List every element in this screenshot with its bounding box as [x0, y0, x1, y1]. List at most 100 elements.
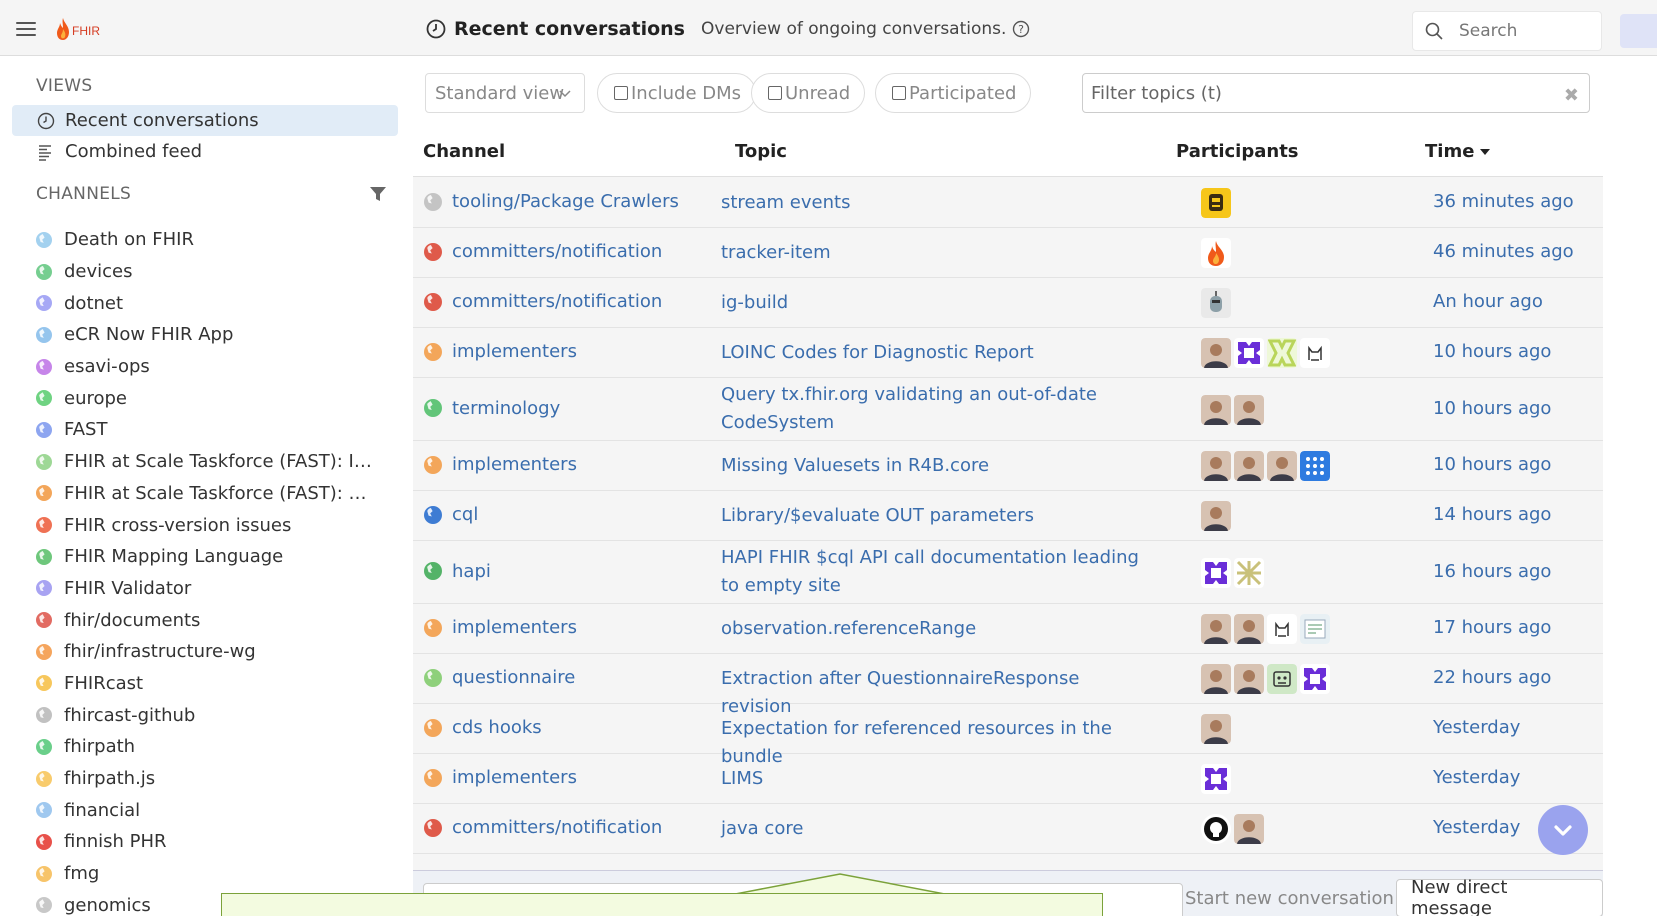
topic-link[interactable]: stream events [721, 189, 1151, 217]
channel-link[interactable]: cql [424, 504, 478, 525]
last-activity-time[interactable]: 10 hours ago [1433, 341, 1551, 362]
channel-link[interactable]: tooling/Package Crawlers [424, 191, 679, 212]
sidebar-channel[interactable]: FHIR at Scale Taskforce (FAST): … [36, 478, 372, 510]
robot-avatar[interactable] [1201, 188, 1231, 218]
channel-link[interactable]: implementers [424, 454, 577, 475]
channel-link[interactable]: committers/notification [424, 817, 662, 838]
sidebar-channel[interactable]: eCR Now FHIR App [36, 319, 372, 351]
cat-avatar[interactable] [1300, 338, 1330, 368]
search-input[interactable] [1459, 21, 1589, 41]
topic-link[interactable]: tracker-item [721, 239, 1151, 267]
channel-link[interactable]: committers/notification [424, 291, 662, 312]
sidebar-channel[interactable]: dotnet [36, 287, 372, 319]
filter-icon[interactable] [370, 186, 386, 202]
sidebar-channel[interactable]: FHIR Validator [36, 573, 372, 605]
start-new-conversation-button[interactable]: Start new conversation [1171, 879, 1408, 916]
last-activity-time[interactable]: 36 minutes ago [1433, 191, 1574, 212]
topic-link[interactable]: LOINC Codes for Diagnostic Report [721, 339, 1151, 367]
search-box[interactable] [1412, 11, 1602, 51]
person-avatar[interactable] [1234, 814, 1264, 844]
last-activity-time[interactable]: 22 hours ago [1433, 667, 1551, 688]
topic-link[interactable]: HAPI FHIR $cql API call documentation le… [721, 544, 1151, 600]
channel-link[interactable]: committers/notification [424, 241, 662, 262]
realm-logo[interactable]: FHIR [55, 18, 100, 40]
sidebar-channel[interactable]: fhir/documents [36, 604, 372, 636]
topic-link[interactable]: ig-build [721, 289, 1151, 317]
column-header-channel[interactable]: Channel [423, 141, 505, 162]
sidebar-channel[interactable]: FHIR at Scale Taskforce (FAST): I… [36, 446, 372, 478]
person-avatar[interactable] [1234, 664, 1264, 694]
sidebar-channel[interactable]: FHIR Mapping Language [36, 541, 372, 573]
channel-link[interactable]: implementers [424, 341, 577, 362]
person-avatar[interactable] [1201, 614, 1231, 644]
topic-link[interactable]: Query tx.fhir.org validating an out-of-d… [721, 381, 1151, 437]
filter-topics-box[interactable]: ✖ [1082, 73, 1590, 113]
help-icon[interactable]: ? [1012, 20, 1030, 38]
sidebar-channel[interactable]: fmg [36, 858, 372, 890]
topic-link[interactable]: Library/$evaluate OUT parameters [721, 502, 1151, 530]
sidebar-channel[interactable]: europe [36, 382, 372, 414]
person-avatar[interactable] [1234, 394, 1264, 425]
robot-green-avatar[interactable] [1267, 664, 1297, 694]
topic-link[interactable]: java core [721, 815, 1151, 843]
last-activity-time[interactable]: 46 minutes ago [1433, 241, 1574, 262]
last-activity-time[interactable]: 10 hours ago [1433, 398, 1551, 419]
person-avatar[interactable] [1234, 451, 1264, 481]
purple-pattern-avatar[interactable] [1201, 557, 1231, 588]
unread-toggle[interactable]: Unread [751, 73, 866, 113]
cat-avatar[interactable] [1267, 614, 1297, 644]
channel-link[interactable]: terminology [424, 398, 560, 419]
green-pattern-avatar[interactable] [1267, 338, 1297, 368]
person-avatar[interactable] [1201, 664, 1231, 694]
bot-avatar[interactable] [1201, 288, 1231, 318]
view-combined-feed[interactable]: Combined feed [12, 136, 398, 167]
sidebar-channel[interactable]: FAST [36, 414, 372, 446]
sidebar-channel[interactable]: fhir/infrastructure-wg [36, 636, 372, 668]
sidebar-channel[interactable]: fhircast-github [36, 699, 372, 731]
filter-topics-input[interactable] [1091, 82, 1531, 104]
person-avatar[interactable] [1201, 451, 1231, 481]
github-avatar[interactable] [1201, 814, 1231, 844]
purple-pattern-avatar[interactable] [1300, 664, 1330, 694]
last-activity-time[interactable]: 14 hours ago [1433, 504, 1551, 525]
topic-link[interactable]: LIMS [721, 765, 1151, 793]
person-avatar[interactable] [1267, 451, 1297, 481]
sidebar-channel[interactable]: esavi-ops [36, 351, 372, 383]
sidebar-channel[interactable]: devices [36, 256, 372, 288]
topic-link[interactable]: observation.referenceRange [721, 615, 1151, 643]
topic-link[interactable]: Missing Valuesets in R4B.core [721, 452, 1151, 480]
channel-link[interactable]: cds hooks [424, 717, 542, 738]
person-avatar[interactable] [1201, 394, 1231, 425]
column-header-time[interactable]: Time [1425, 141, 1491, 162]
last-activity-time[interactable]: Yesterday [1433, 767, 1520, 788]
last-activity-time[interactable]: 16 hours ago [1433, 561, 1551, 582]
last-activity-time[interactable]: An hour ago [1433, 291, 1543, 312]
include-dms-checkbox[interactable] [614, 86, 628, 100]
channel-link[interactable]: implementers [424, 617, 577, 638]
user-menu-button[interactable] [1620, 14, 1657, 48]
person-avatar[interactable] [1201, 338, 1231, 368]
purple-pattern-avatar[interactable] [1201, 764, 1231, 794]
participated-checkbox[interactable] [892, 86, 906, 100]
sidebar-channel[interactable]: fhirpath.js [36, 763, 372, 795]
channel-link[interactable]: implementers [424, 767, 577, 788]
person-avatar[interactable] [1201, 714, 1231, 744]
view-select[interactable]: Standard view [425, 73, 585, 113]
person-avatar[interactable] [1234, 614, 1264, 644]
participated-toggle[interactable]: Participated [875, 73, 1032, 113]
column-header-topic[interactable]: Topic [735, 141, 787, 162]
last-activity-time[interactable]: 10 hours ago [1433, 454, 1551, 475]
last-activity-time[interactable]: Yesterday [1433, 817, 1520, 838]
new-direct-message-button[interactable]: New direct message [1396, 877, 1603, 916]
scroll-to-bottom-button[interactable] [1538, 805, 1588, 855]
channel-link[interactable]: questionnaire [424, 667, 575, 688]
hamburger-menu-icon[interactable] [16, 22, 36, 36]
last-activity-time[interactable]: Yesterday [1433, 717, 1520, 738]
document-avatar[interactable] [1300, 614, 1330, 644]
channel-link[interactable]: hapi [424, 561, 491, 582]
sidebar-channel[interactable]: Death on FHIR [36, 224, 372, 256]
person-avatar[interactable] [1201, 501, 1231, 531]
include-dms-toggle[interactable]: Include DMs [597, 73, 757, 113]
fhir-flame-avatar[interactable] [1201, 238, 1231, 268]
sidebar-channel[interactable]: fhirpath [36, 731, 372, 763]
